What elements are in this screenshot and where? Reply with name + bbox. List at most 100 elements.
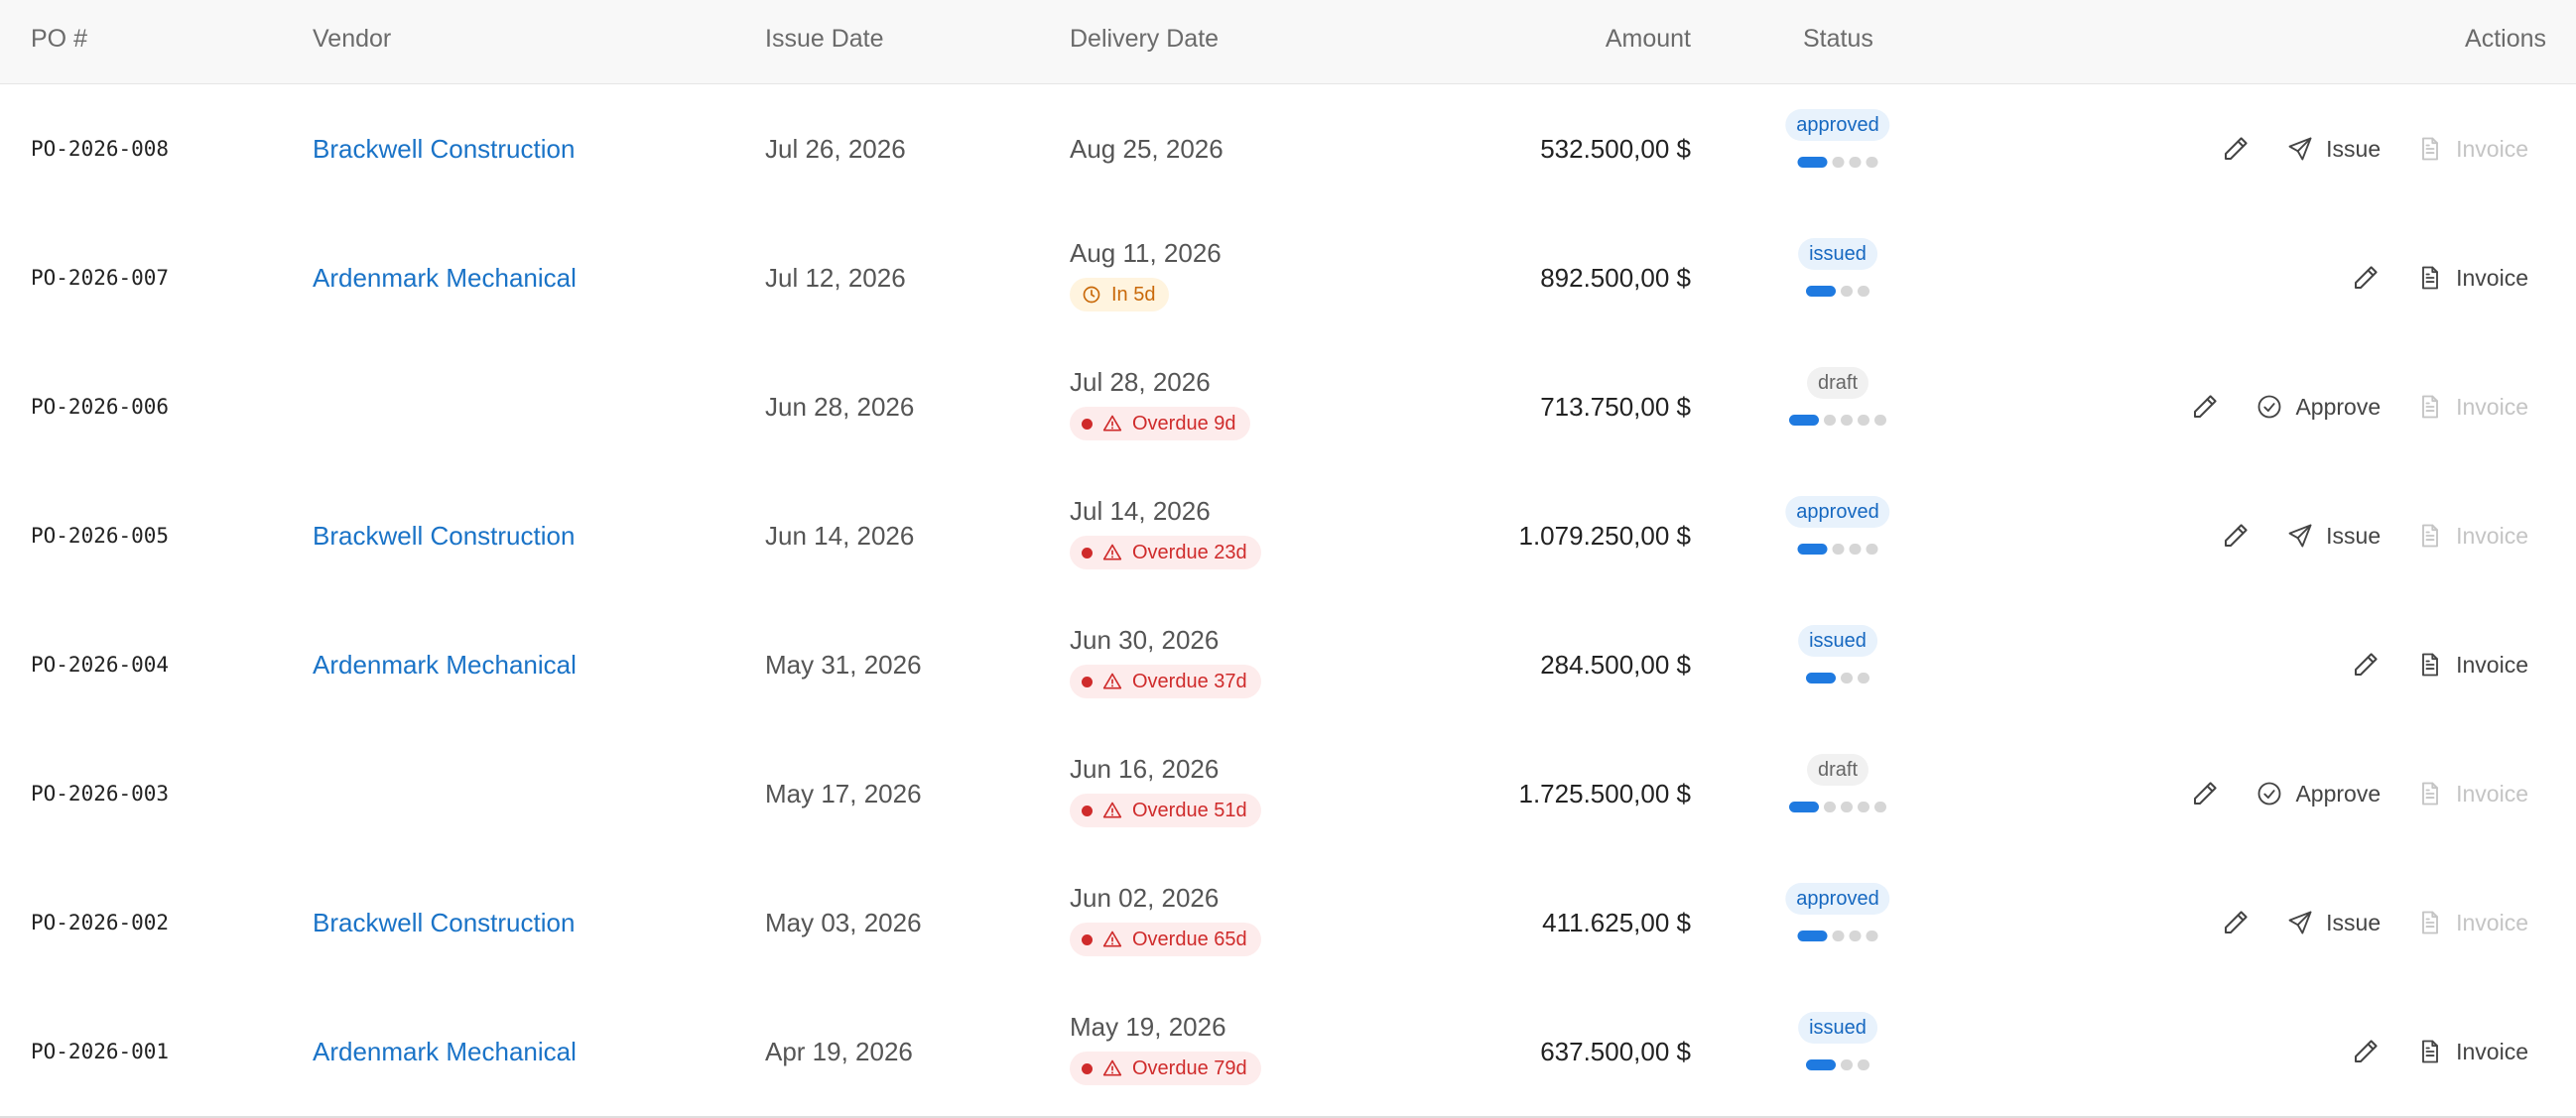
edit-button[interactable] [2221,908,2251,937]
pencil-icon [2221,521,2251,551]
row-actions: Issue Invoice [2221,84,2528,213]
invoice-button[interactable]: Invoice [2416,1038,2528,1065]
progress-step [1866,544,1878,555]
column-header-amount[interactable]: Amount [1606,0,1691,83]
send-icon [2286,522,2314,550]
row-actions: Issue Invoice [2221,858,2528,987]
status-cell: approved [1739,84,1937,213]
document-icon [2416,135,2444,163]
table-row[interactable]: PO-2026-001 Ardenmark Mechanical Apr 19, 2… [0,987,2576,1118]
status-progress [1789,802,1886,812]
issue-label: Issue [2326,135,2382,162]
pencil-icon [2351,650,2381,680]
status-badge: issued [1798,1012,1877,1044]
column-header-po[interactable]: PO # [31,0,87,83]
amount: 1.079.250,00 $ [1518,521,1692,551]
status-cell: draft [1739,342,1937,471]
pencil-icon [2351,1037,2381,1066]
table-row[interactable]: PO-2026-002 Brackwell Construction May 03,… [0,858,2576,988]
invoice-button[interactable]: Invoice [2416,264,2528,292]
status-progress [1806,1059,1869,1070]
edit-button[interactable] [2190,779,2220,808]
issue-button[interactable]: Issue [2286,135,2381,163]
vendor-link[interactable]: Brackwell Construction [313,858,575,987]
document-icon [2416,909,2444,936]
progress-step [1832,931,1845,941]
edit-button[interactable] [2221,521,2251,551]
alert-triangle-icon [1102,801,1122,820]
edit-button[interactable] [2351,650,2381,680]
due-soon-badge: In 5d [1070,278,1170,311]
row-actions: Invoice [2351,213,2528,342]
invoice-button: Invoice [2416,393,2528,421]
vendor-link[interactable]: Brackwell Construction [313,84,575,213]
vendor-link[interactable]: Ardenmark Mechanical [313,600,577,729]
status-progress [1797,931,1878,941]
progress-step [1849,931,1862,941]
column-header-vendor[interactable]: Vendor [313,0,391,83]
approve-button[interactable]: Approve [2255,393,2381,421]
edit-button[interactable] [2190,392,2220,422]
progress-step [1858,415,1869,426]
delivery-date: Aug 11, 2026 [1070,238,1222,268]
due-label: Overdue 51d [1132,799,1247,821]
overdue-dot [1082,805,1093,816]
overdue-badge: Overdue 65d [1070,923,1261,956]
table-row[interactable]: PO-2026-004 Ardenmark Mechanical May 31, 2… [0,600,2576,730]
vendor-link[interactable]: Ardenmark Mechanical [313,213,577,342]
document-icon [2416,393,2444,421]
table-row[interactable]: PO-2026-006 Jun 28, 2026 Jul 28, 2026 Overd… [0,342,2576,472]
overdue-badge: Overdue 9d [1070,407,1250,440]
invoice-button: Invoice [2416,909,2528,936]
row-actions: Approve Invoice [2190,342,2528,471]
vendor-link[interactable]: Brackwell Construction [313,471,575,600]
due-label: Overdue 37d [1132,670,1247,692]
po-number: PO-2026-003 [31,782,170,806]
table-row[interactable]: PO-2026-003 May 17, 2026 Jun 16, 2026 Overd… [0,729,2576,859]
delivery-date: Jul 14, 2026 [1070,496,1211,526]
edit-button[interactable] [2351,1037,2381,1066]
issue-button[interactable]: Issue [2286,522,2381,550]
edit-button[interactable] [2351,263,2381,293]
issue-date: May 03, 2026 [765,908,922,937]
overdue-dot [1082,933,1093,945]
issue-button[interactable]: Issue [2286,909,2381,936]
table-row[interactable]: PO-2026-005 Brackwell Construction Jun 14,… [0,471,2576,601]
table-row[interactable]: PO-2026-008 Brackwell Construction Jul 26,… [0,84,2576,214]
column-header-actions: Actions [2465,25,2546,53]
column-header-status[interactable]: Status [1803,0,1873,83]
progress-step [1874,415,1886,426]
due-label: Overdue 65d [1132,928,1247,950]
row-actions: Issue Invoice [2221,471,2528,600]
row-actions: Invoice [2351,987,2528,1116]
status-badge: draft [1806,754,1869,786]
status-badge: approved [1785,109,1890,141]
alert-triangle-icon [1102,414,1122,434]
po-number: PO-2026-006 [31,395,170,419]
status-badge: issued [1798,238,1877,270]
vendor-link[interactable]: Ardenmark Mechanical [313,987,577,1116]
invoice-button: Invoice [2416,135,2528,163]
table-row[interactable]: PO-2026-007 Ardenmark Mechanical Jul 12, 2… [0,213,2576,343]
issue-date: May 31, 2026 [765,650,922,680]
column-header-issue-date[interactable]: Issue Date [765,0,884,83]
column-header-delivery-date[interactable]: Delivery Date [1070,0,1219,83]
edit-button[interactable] [2221,134,2251,164]
invoice-button: Invoice [2416,780,2528,807]
po-number: PO-2026-008 [31,137,170,161]
invoice-label: Invoice [2456,651,2528,678]
clock-icon [1082,285,1101,305]
progress-step [1797,157,1828,168]
progress-step [1874,802,1886,812]
approve-button[interactable]: Approve [2255,780,2381,807]
table-header: PO # Vendor Issue Date Delivery Date Amo… [0,0,2576,84]
status-cell: issued [1739,600,1937,729]
issue-date: Jun 14, 2026 [765,521,915,551]
due-label: Overdue 79d [1132,1056,1247,1079]
pencil-icon [2221,134,2251,164]
invoice-button: Invoice [2416,522,2528,550]
send-icon [2286,909,2314,936]
invoice-button[interactable]: Invoice [2416,651,2528,679]
overdue-badge: Overdue 37d [1070,665,1261,698]
progress-step [1841,673,1853,683]
